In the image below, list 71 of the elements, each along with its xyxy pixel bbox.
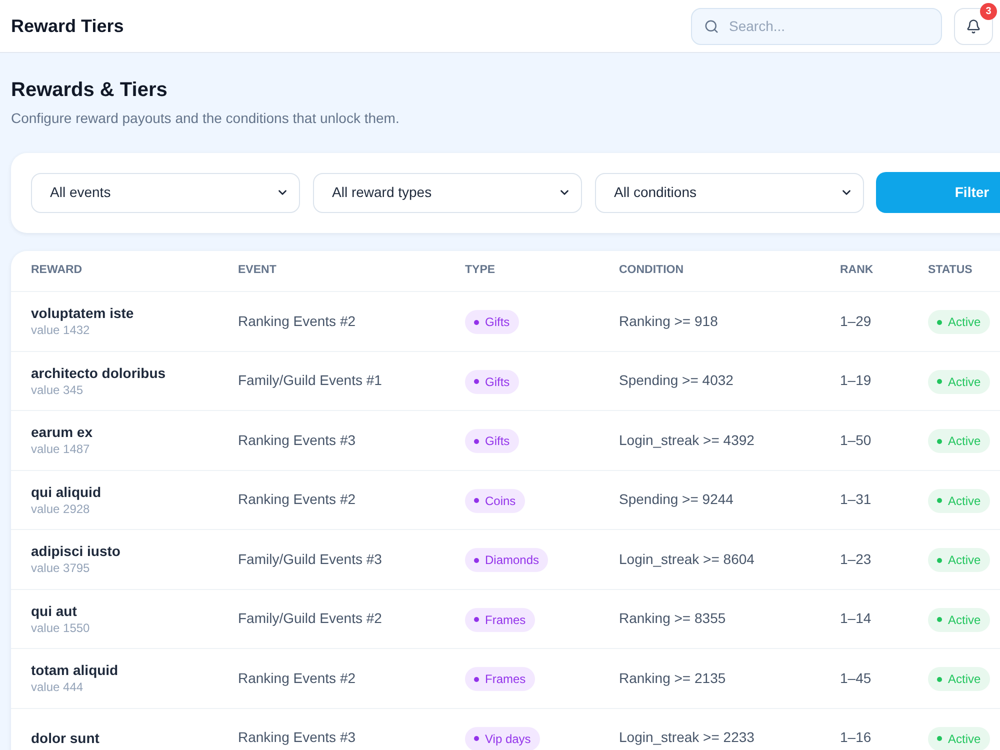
status-badge: Active	[928, 429, 990, 453]
reward-name: qui aut	[31, 602, 78, 620]
type-badge: Frames	[465, 608, 535, 632]
event-cell-text: Ranking Events #3	[238, 729, 357, 746]
reward-name: earum ex	[31, 423, 94, 442]
column-header: RANK	[840, 263, 874, 278]
type-badge: Frames	[465, 667, 535, 691]
rank-cell-text: 1–16	[840, 729, 872, 746]
page-heading: Rewards & Tiers	[11, 78, 168, 103]
type-badge: Diamonds	[465, 548, 548, 572]
app-title: Reward Tiers	[11, 14, 124, 38]
status-badge: Active	[928, 726, 990, 750]
reward-value: value 2928	[31, 500, 91, 517]
notification-badge: 3	[980, 2, 997, 20]
event-cell-text: Ranking Events #2	[238, 312, 357, 330]
reward-name: adipisci iusto	[31, 542, 122, 560]
type-badge: Coins	[465, 488, 525, 512]
event-cell-text: Family/Guild Events #3	[238, 550, 383, 568]
column-header: STATUS	[928, 263, 974, 278]
reward-name: architecto doloribus	[31, 364, 167, 382]
event-cell-text: Ranking Events #2	[238, 670, 357, 687]
search-field[interactable]: Search...	[691, 8, 942, 44]
event-cell-text: Ranking Events #3	[238, 432, 357, 449]
column-header: TYPE	[465, 263, 496, 278]
rank-cell-text: 1–19	[840, 372, 872, 390]
rank-cell-text: 1–23	[840, 550, 872, 568]
condition-cell-text: Ranking >= 2135	[619, 670, 727, 687]
reward-value: value 3795	[31, 560, 91, 576]
reward-value: value 444	[31, 679, 84, 696]
type-badge: Gifts	[465, 429, 519, 453]
status-badge: Active	[928, 310, 990, 334]
rank-cell-text: 1–50	[840, 432, 872, 449]
event-cell-text: Family/Guild Events #2	[238, 610, 383, 628]
status-badge: Active	[928, 370, 990, 394]
column-header: CONDITION	[619, 263, 685, 278]
type-badge: Gifts	[465, 370, 519, 394]
reward-name: dolor sunt	[31, 728, 100, 747]
condition-cell-text: Login_streak >= 8604	[619, 550, 756, 568]
event-cell-text: Family/Guild Events #1	[238, 372, 383, 390]
filter-dropdown[interactable]: All conditions	[595, 172, 864, 212]
column-header: EVENT	[238, 263, 278, 278]
reward-name: voluptatem iste	[31, 304, 135, 322]
type-badge: Vip days	[465, 726, 540, 750]
condition-cell-text: Ranking >= 918	[619, 312, 719, 330]
status-badge: Active	[928, 667, 990, 691]
rank-cell-text: 1–45	[840, 670, 872, 687]
status-badge: Active	[928, 488, 990, 512]
event-cell-text: Ranking Events #2	[238, 491, 357, 508]
condition-cell-text: Login_streak >= 2233	[619, 729, 756, 746]
bell-icon	[966, 18, 981, 34]
reward-value: value 1487	[31, 441, 91, 458]
reward-name: totam aliquid	[31, 661, 120, 680]
rank-cell-text: 1–14	[840, 610, 872, 628]
condition-cell-text: Login_streak >= 4392	[619, 432, 756, 449]
filter-dropdown[interactable]: All reward types	[313, 172, 582, 212]
status-badge: Active	[928, 608, 990, 632]
reward-value: value 1550	[31, 620, 91, 636]
reward-name: qui aliquid	[31, 482, 102, 501]
condition-cell-text: Spending >= 9244	[619, 491, 734, 508]
page-subtitle: Configure reward payouts and the conditions that unlock them.	[11, 109, 400, 128]
search-icon	[704, 18, 719, 34]
condition-cell-text: Ranking >= 8355	[619, 610, 727, 628]
condition-cell-text: Spending >= 4032	[619, 372, 734, 390]
type-badge: Gifts	[465, 310, 519, 334]
status-badge: Active	[928, 548, 990, 572]
filter-dropdown[interactable]: All events	[31, 172, 300, 212]
reward-value: value 1432	[31, 322, 91, 338]
column-header: REWARD	[31, 263, 84, 278]
reward-value: value 345	[31, 382, 84, 398]
rank-cell-text: 1–31	[840, 491, 872, 508]
rank-cell-text: 1–29	[840, 312, 872, 330]
